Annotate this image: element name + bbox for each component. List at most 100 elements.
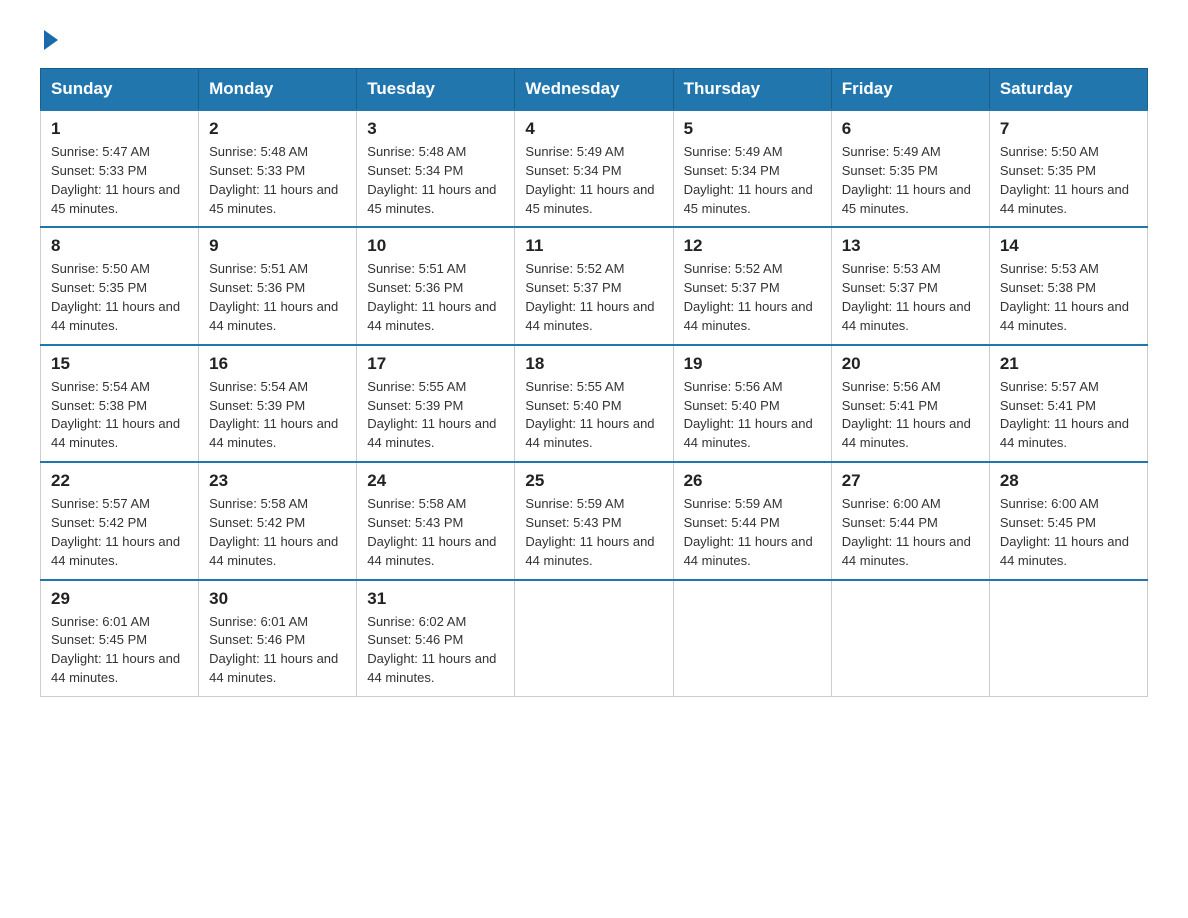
calendar-cell: 30 Sunrise: 6:01 AMSunset: 5:46 PMDaylig… bbox=[199, 580, 357, 697]
day-number: 7 bbox=[1000, 119, 1137, 139]
day-info: Sunrise: 5:53 AMSunset: 5:37 PMDaylight:… bbox=[842, 261, 971, 333]
day-info: Sunrise: 5:52 AMSunset: 5:37 PMDaylight:… bbox=[684, 261, 813, 333]
logo-triangle-icon bbox=[44, 30, 58, 50]
day-number: 23 bbox=[209, 471, 346, 491]
day-info: Sunrise: 5:50 AMSunset: 5:35 PMDaylight:… bbox=[51, 261, 180, 333]
calendar-cell: 6 Sunrise: 5:49 AMSunset: 5:35 PMDayligh… bbox=[831, 110, 989, 227]
day-info: Sunrise: 5:48 AMSunset: 5:33 PMDaylight:… bbox=[209, 144, 338, 216]
logo bbox=[40, 30, 58, 50]
day-number: 29 bbox=[51, 589, 188, 609]
day-info: Sunrise: 5:51 AMSunset: 5:36 PMDaylight:… bbox=[209, 261, 338, 333]
day-info: Sunrise: 5:54 AMSunset: 5:39 PMDaylight:… bbox=[209, 379, 338, 451]
logo-blue-text bbox=[40, 30, 58, 50]
calendar-cell: 4 Sunrise: 5:49 AMSunset: 5:34 PMDayligh… bbox=[515, 110, 673, 227]
calendar-weekday-monday: Monday bbox=[199, 69, 357, 111]
day-number: 16 bbox=[209, 354, 346, 374]
calendar-cell: 5 Sunrise: 5:49 AMSunset: 5:34 PMDayligh… bbox=[673, 110, 831, 227]
calendar-cell: 13 Sunrise: 5:53 AMSunset: 5:37 PMDaylig… bbox=[831, 227, 989, 344]
calendar-weekday-thursday: Thursday bbox=[673, 69, 831, 111]
day-number: 6 bbox=[842, 119, 979, 139]
day-info: Sunrise: 5:56 AMSunset: 5:40 PMDaylight:… bbox=[684, 379, 813, 451]
calendar-cell: 9 Sunrise: 5:51 AMSunset: 5:36 PMDayligh… bbox=[199, 227, 357, 344]
calendar-cell bbox=[831, 580, 989, 697]
calendar-cell: 17 Sunrise: 5:55 AMSunset: 5:39 PMDaylig… bbox=[357, 345, 515, 462]
calendar-cell: 18 Sunrise: 5:55 AMSunset: 5:40 PMDaylig… bbox=[515, 345, 673, 462]
day-number: 3 bbox=[367, 119, 504, 139]
day-info: Sunrise: 6:01 AMSunset: 5:45 PMDaylight:… bbox=[51, 614, 180, 686]
calendar-cell: 27 Sunrise: 6:00 AMSunset: 5:44 PMDaylig… bbox=[831, 462, 989, 579]
calendar-cell: 14 Sunrise: 5:53 AMSunset: 5:38 PMDaylig… bbox=[989, 227, 1147, 344]
calendar-cell: 12 Sunrise: 5:52 AMSunset: 5:37 PMDaylig… bbox=[673, 227, 831, 344]
day-info: Sunrise: 5:53 AMSunset: 5:38 PMDaylight:… bbox=[1000, 261, 1129, 333]
calendar-cell: 19 Sunrise: 5:56 AMSunset: 5:40 PMDaylig… bbox=[673, 345, 831, 462]
day-info: Sunrise: 6:02 AMSunset: 5:46 PMDaylight:… bbox=[367, 614, 496, 686]
calendar-cell bbox=[515, 580, 673, 697]
calendar-cell: 24 Sunrise: 5:58 AMSunset: 5:43 PMDaylig… bbox=[357, 462, 515, 579]
calendar-cell: 28 Sunrise: 6:00 AMSunset: 5:45 PMDaylig… bbox=[989, 462, 1147, 579]
calendar-weekday-saturday: Saturday bbox=[989, 69, 1147, 111]
day-info: Sunrise: 5:57 AMSunset: 5:41 PMDaylight:… bbox=[1000, 379, 1129, 451]
day-info: Sunrise: 5:55 AMSunset: 5:39 PMDaylight:… bbox=[367, 379, 496, 451]
calendar-weekday-sunday: Sunday bbox=[41, 69, 199, 111]
calendar-week-row: 29 Sunrise: 6:01 AMSunset: 5:45 PMDaylig… bbox=[41, 580, 1148, 697]
day-info: Sunrise: 5:49 AMSunset: 5:34 PMDaylight:… bbox=[684, 144, 813, 216]
calendar-cell: 3 Sunrise: 5:48 AMSunset: 5:34 PMDayligh… bbox=[357, 110, 515, 227]
day-info: Sunrise: 5:55 AMSunset: 5:40 PMDaylight:… bbox=[525, 379, 654, 451]
day-number: 11 bbox=[525, 236, 662, 256]
day-info: Sunrise: 5:57 AMSunset: 5:42 PMDaylight:… bbox=[51, 496, 180, 568]
day-number: 24 bbox=[367, 471, 504, 491]
day-info: Sunrise: 5:58 AMSunset: 5:42 PMDaylight:… bbox=[209, 496, 338, 568]
day-number: 28 bbox=[1000, 471, 1137, 491]
calendar-week-row: 8 Sunrise: 5:50 AMSunset: 5:35 PMDayligh… bbox=[41, 227, 1148, 344]
calendar-cell: 15 Sunrise: 5:54 AMSunset: 5:38 PMDaylig… bbox=[41, 345, 199, 462]
calendar-week-row: 15 Sunrise: 5:54 AMSunset: 5:38 PMDaylig… bbox=[41, 345, 1148, 462]
day-info: Sunrise: 5:51 AMSunset: 5:36 PMDaylight:… bbox=[367, 261, 496, 333]
calendar-cell: 26 Sunrise: 5:59 AMSunset: 5:44 PMDaylig… bbox=[673, 462, 831, 579]
calendar-header-row: SundayMondayTuesdayWednesdayThursdayFrid… bbox=[41, 69, 1148, 111]
calendar-cell: 7 Sunrise: 5:50 AMSunset: 5:35 PMDayligh… bbox=[989, 110, 1147, 227]
calendar-weekday-wednesday: Wednesday bbox=[515, 69, 673, 111]
day-info: Sunrise: 5:58 AMSunset: 5:43 PMDaylight:… bbox=[367, 496, 496, 568]
calendar-weekday-tuesday: Tuesday bbox=[357, 69, 515, 111]
day-number: 21 bbox=[1000, 354, 1137, 374]
day-info: Sunrise: 5:59 AMSunset: 5:43 PMDaylight:… bbox=[525, 496, 654, 568]
day-info: Sunrise: 6:01 AMSunset: 5:46 PMDaylight:… bbox=[209, 614, 338, 686]
day-info: Sunrise: 5:48 AMSunset: 5:34 PMDaylight:… bbox=[367, 144, 496, 216]
header bbox=[40, 30, 1148, 50]
calendar-cell: 8 Sunrise: 5:50 AMSunset: 5:35 PMDayligh… bbox=[41, 227, 199, 344]
day-info: Sunrise: 5:54 AMSunset: 5:38 PMDaylight:… bbox=[51, 379, 180, 451]
calendar-cell: 10 Sunrise: 5:51 AMSunset: 5:36 PMDaylig… bbox=[357, 227, 515, 344]
calendar-weekday-friday: Friday bbox=[831, 69, 989, 111]
day-number: 12 bbox=[684, 236, 821, 256]
calendar-week-row: 1 Sunrise: 5:47 AMSunset: 5:33 PMDayligh… bbox=[41, 110, 1148, 227]
day-number: 5 bbox=[684, 119, 821, 139]
calendar-cell: 23 Sunrise: 5:58 AMSunset: 5:42 PMDaylig… bbox=[199, 462, 357, 579]
day-info: Sunrise: 6:00 AMSunset: 5:45 PMDaylight:… bbox=[1000, 496, 1129, 568]
calendar-cell: 2 Sunrise: 5:48 AMSunset: 5:33 PMDayligh… bbox=[199, 110, 357, 227]
day-number: 14 bbox=[1000, 236, 1137, 256]
calendar-cell: 1 Sunrise: 5:47 AMSunset: 5:33 PMDayligh… bbox=[41, 110, 199, 227]
day-info: Sunrise: 6:00 AMSunset: 5:44 PMDaylight:… bbox=[842, 496, 971, 568]
calendar-cell: 11 Sunrise: 5:52 AMSunset: 5:37 PMDaylig… bbox=[515, 227, 673, 344]
calendar-cell bbox=[673, 580, 831, 697]
day-number: 19 bbox=[684, 354, 821, 374]
day-info: Sunrise: 5:52 AMSunset: 5:37 PMDaylight:… bbox=[525, 261, 654, 333]
day-number: 22 bbox=[51, 471, 188, 491]
day-number: 25 bbox=[525, 471, 662, 491]
day-number: 31 bbox=[367, 589, 504, 609]
day-number: 26 bbox=[684, 471, 821, 491]
day-info: Sunrise: 5:50 AMSunset: 5:35 PMDaylight:… bbox=[1000, 144, 1129, 216]
calendar-cell: 29 Sunrise: 6:01 AMSunset: 5:45 PMDaylig… bbox=[41, 580, 199, 697]
day-number: 9 bbox=[209, 236, 346, 256]
calendar-cell: 16 Sunrise: 5:54 AMSunset: 5:39 PMDaylig… bbox=[199, 345, 357, 462]
calendar-cell: 22 Sunrise: 5:57 AMSunset: 5:42 PMDaylig… bbox=[41, 462, 199, 579]
day-number: 13 bbox=[842, 236, 979, 256]
day-number: 30 bbox=[209, 589, 346, 609]
day-number: 20 bbox=[842, 354, 979, 374]
calendar-cell: 31 Sunrise: 6:02 AMSunset: 5:46 PMDaylig… bbox=[357, 580, 515, 697]
day-number: 2 bbox=[209, 119, 346, 139]
day-number: 18 bbox=[525, 354, 662, 374]
day-number: 8 bbox=[51, 236, 188, 256]
calendar-table: SundayMondayTuesdayWednesdayThursdayFrid… bbox=[40, 68, 1148, 697]
day-number: 10 bbox=[367, 236, 504, 256]
